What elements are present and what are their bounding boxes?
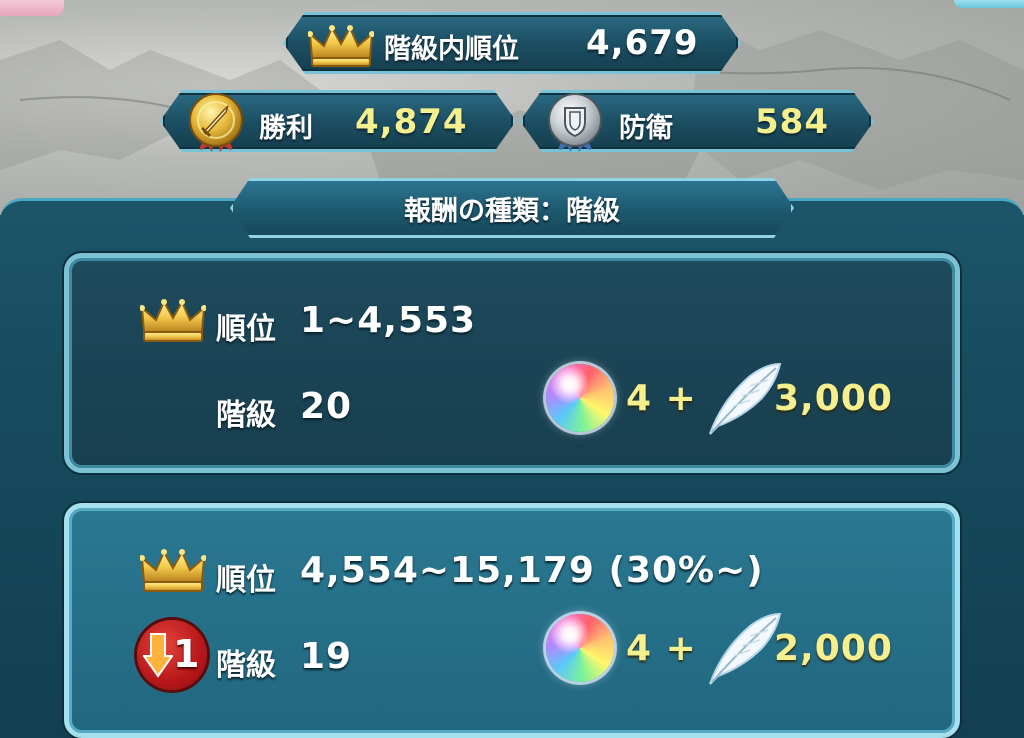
defense-label: 防衛 (619, 113, 673, 144)
rank-label: 順位 (216, 563, 276, 598)
rank-down-arrow-icon: 1 (137, 620, 207, 690)
reward-type-header: 報酬の種類：階級 (230, 178, 794, 238)
feather-icon (709, 612, 782, 685)
rank-range: 1~4,553 (300, 300, 477, 341)
rank-down-count: 1 (173, 632, 200, 676)
tier-value: 20 (300, 386, 353, 427)
rank-label: 順位 (216, 312, 276, 347)
reward-type-title: 報酬の種類：階級 (404, 195, 620, 227)
rank-range: 4,554~15,179 (30%~) (300, 550, 764, 591)
silver-shield-medal-icon (548, 93, 602, 152)
tier-label: 階級 (216, 398, 276, 433)
defense-value: 584 (755, 102, 829, 142)
gold-sword-medal-icon (189, 93, 243, 152)
orb-count: 4 + (626, 628, 697, 669)
crown-icon (140, 549, 206, 592)
corner-decoration-right (954, 0, 1024, 8)
tier-rank-value: 4,679 (586, 23, 699, 63)
feather-count: 2,000 (774, 628, 893, 669)
crown-icon (140, 299, 206, 342)
crown-icon (308, 24, 374, 68)
reward-card (64, 253, 960, 473)
feather-count: 3,000 (774, 378, 893, 419)
feather-icon (709, 362, 782, 435)
tier-rank-label: 階級内順位 (384, 34, 519, 65)
wins-value: 4,874 (355, 102, 468, 142)
orb-icon (546, 364, 614, 432)
tier-label: 階級 (216, 648, 276, 683)
tier-rank-pill: 階級内順位 4,679 (283, 12, 741, 74)
reward-card (64, 503, 960, 738)
tier-value: 19 (300, 636, 353, 677)
wins-label: 勝利 (259, 113, 313, 144)
corner-decoration-left (0, 0, 64, 16)
orb-count: 4 + (626, 378, 697, 419)
orb-icon (546, 614, 614, 682)
